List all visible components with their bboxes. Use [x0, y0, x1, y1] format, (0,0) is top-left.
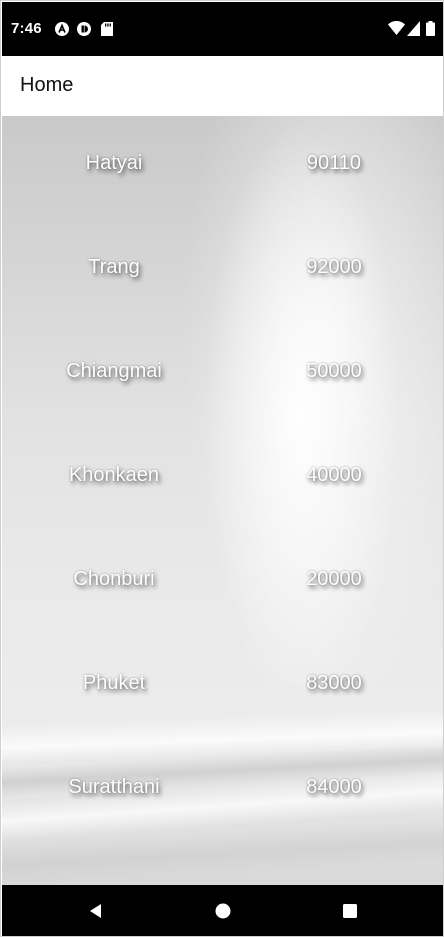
list-item[interactable]: Hatyai 90110 — [2, 143, 443, 183]
list-item[interactable]: Khonkaen 40000 — [2, 455, 443, 495]
list-item[interactable]: Phuket 83000 — [2, 663, 443, 703]
status-time: 7:46 — [11, 20, 42, 37]
cell-signal-icon — [407, 21, 420, 36]
postal-code: 50000 — [306, 360, 362, 382]
phone-screen: 7:46 Home Hatyai 90110 Trang 92000 Chian… — [0, 0, 444, 937]
city-name: Chiangmai — [66, 360, 162, 382]
app-bar: Home — [2, 56, 443, 116]
background-floor-highlight — [2, 708, 443, 764]
postal-code: 83000 — [306, 672, 362, 694]
list-item[interactable]: Chiangmai 50000 — [2, 351, 443, 391]
back-icon[interactable] — [86, 901, 106, 921]
postal-code: 90110 — [306, 152, 362, 174]
list-item[interactable]: Suratthani 84000 — [2, 767, 443, 807]
postal-code: 92000 — [306, 256, 362, 278]
city-name: Suratthani — [68, 776, 160, 798]
postal-code: 84000 — [306, 776, 362, 798]
city-name: Trang — [88, 256, 140, 278]
system-nav-bar — [2, 885, 443, 936]
city-name: Chonburi — [73, 568, 155, 590]
list-item[interactable]: Chonburi 20000 — [2, 559, 443, 599]
postal-code: 40000 — [306, 464, 362, 486]
wifi-icon — [388, 21, 405, 35]
autofill-a-icon — [55, 22, 69, 36]
battery-icon — [426, 21, 435, 36]
cast-circle-icon — [77, 22, 91, 36]
city-name: Khonkaen — [68, 464, 160, 486]
list-item[interactable]: Trang 92000 — [2, 247, 443, 287]
city-name: Hatyai — [85, 152, 143, 174]
recents-icon[interactable] — [340, 901, 360, 921]
page-title: Home — [20, 74, 74, 96]
home-icon[interactable] — [213, 901, 233, 921]
postal-code: 20000 — [306, 568, 362, 590]
status-bar: 7:46 — [2, 2, 443, 56]
sd-card-icon — [101, 22, 113, 36]
location-list: Hatyai 90110 Trang 92000 Chiangmai 50000… — [2, 116, 443, 885]
city-name: Phuket — [82, 672, 146, 694]
background-floor-shadow — [2, 819, 443, 885]
